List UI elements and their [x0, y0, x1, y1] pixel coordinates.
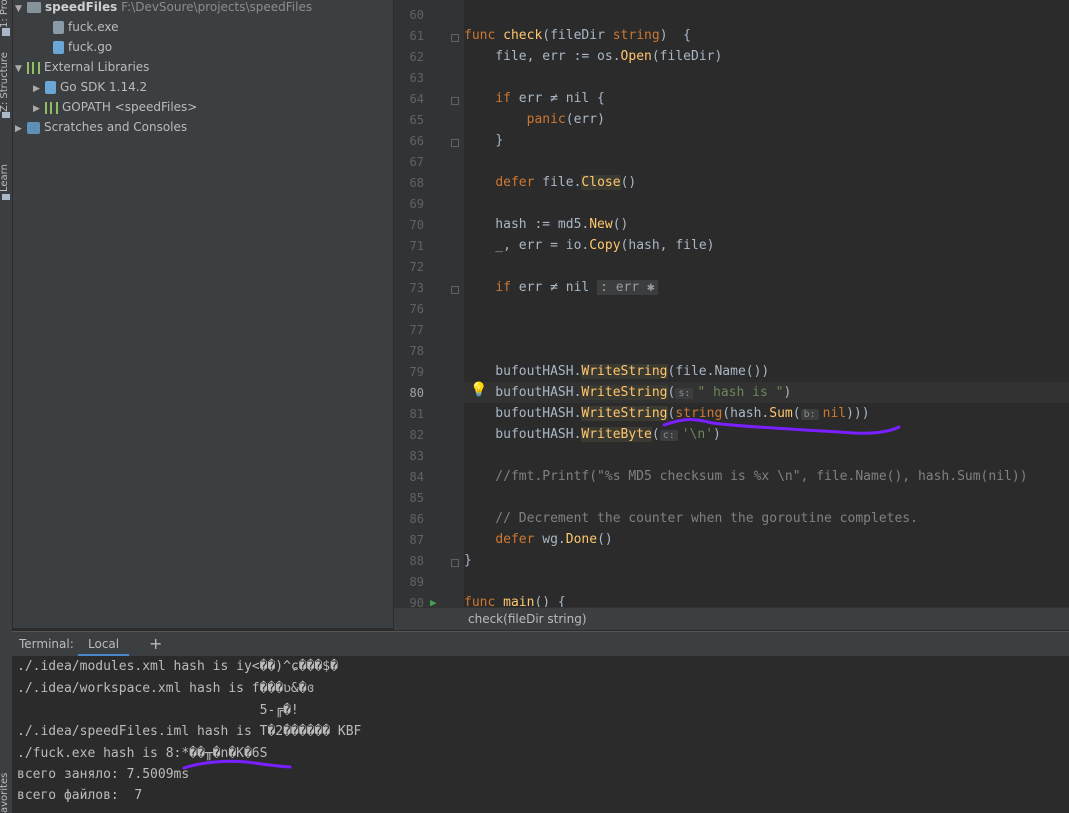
structure-icon[interactable] — [2, 112, 10, 118]
breadcrumb-function[interactable]: check(fileDir string) — [468, 612, 587, 626]
tree-label: Scratches and Consoles — [44, 120, 188, 134]
terminal-output[interactable]: ./.idea/modules.xml hash is iy<��)^ɕ���$… — [12, 656, 1069, 813]
favorites-tool-label[interactable]: avorites — [0, 770, 10, 813]
library-icon — [45, 101, 58, 114]
add-tab-button[interactable]: + — [149, 634, 162, 653]
chevron-down-icon[interactable]: ▼ — [15, 0, 27, 19]
chevron-down-icon[interactable]: ▼ — [15, 59, 27, 79]
project-panel: ▼ speedFiles F:\DevSoure\projects\speedFi… — [13, 0, 393, 628]
tree-label: External Libraries — [44, 60, 150, 74]
file-name: fuck.go — [68, 40, 113, 54]
tree-item-external-libraries[interactable]: ▼ External Libraries — [15, 57, 149, 77]
tree-item-go-sdk[interactable]: ▶ Go SDK 1.14.2 — [33, 77, 147, 97]
go-sdk-icon — [45, 81, 56, 94]
breadcrumb[interactable]: check(fileDir string) — [394, 607, 1069, 630]
project-tool-label[interactable]: 1: Project — [0, 0, 10, 28]
code-editor[interactable]: 60 61 62 63 64 65 66 67 68 69 70 71 72 7… — [394, 0, 1069, 610]
tree-item-gopath[interactable]: ▶ GOPATH <speedFiles> — [33, 97, 197, 117]
project-icon[interactable] — [2, 28, 10, 36]
go-file-icon — [53, 41, 64, 54]
file-name: fuck.exe — [68, 20, 119, 34]
chevron-right-icon[interactable]: ▶ — [33, 99, 45, 119]
project-root-path: F:\DevSoure\projects\speedFiles — [121, 0, 313, 14]
learn-icon[interactable] — [2, 194, 10, 200]
tree-label: GOPATH <speedFiles> — [62, 100, 198, 114]
tab-local[interactable]: Local — [78, 632, 130, 657]
library-icon — [27, 61, 40, 74]
exe-file-icon — [53, 21, 64, 34]
tree-item-fuck-go[interactable]: fuck.go — [53, 37, 112, 57]
chevron-right-icon[interactable]: ▶ — [33, 79, 45, 99]
tree-item-scratches[interactable]: ▶ Scratches and Consoles — [15, 117, 187, 137]
chevron-right-icon[interactable]: ▶ — [15, 119, 27, 139]
scratches-icon — [27, 121, 40, 134]
tree-item-fuck-exe[interactable]: fuck.exe — [53, 17, 118, 37]
learn-tool-label[interactable]: Learn — [0, 160, 10, 192]
terminal-tab-bar: Terminal: Local + — [12, 631, 1069, 657]
tree-label: Go SDK 1.14.2 — [60, 80, 148, 94]
annotation-underline-editor — [662, 418, 901, 435]
folder-icon — [27, 2, 41, 13]
structure-tool-label[interactable]: Z: Structure — [0, 52, 10, 112]
project-root-name: speedFiles — [45, 0, 118, 14]
tree-root-speedfiles[interactable]: ▼ speedFiles F:\DevSoure\projects\speedFi… — [15, 0, 312, 17]
terminal-label: Terminal: — [19, 637, 74, 651]
annotation-underline-terminal — [182, 759, 292, 770]
